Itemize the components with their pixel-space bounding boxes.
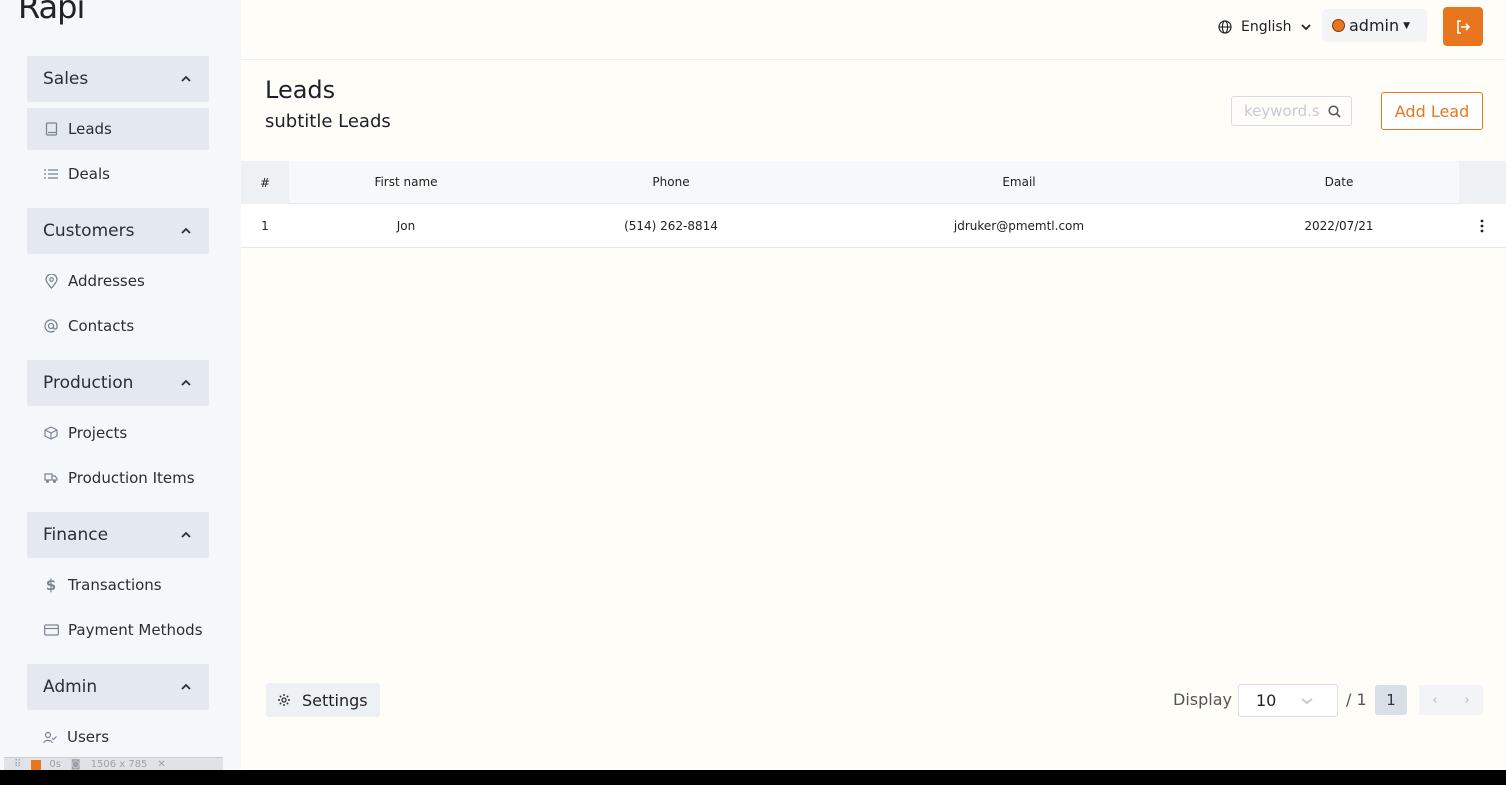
cell-number: 1 (261, 218, 269, 233)
row-actions-menu[interactable] (1474, 216, 1490, 236)
box-icon (43, 425, 59, 441)
more-vertical-icon (1480, 219, 1484, 233)
sidebar-item-label: Contacts (68, 317, 135, 335)
page-subtitle: subtitle Leads (265, 111, 391, 132)
credit-card-icon (43, 622, 59, 638)
column-header-date[interactable]: Date (1269, 161, 1409, 203)
search-input[interactable] (1244, 102, 1324, 120)
book-icon (43, 121, 59, 137)
column-header-phone[interactable]: Phone (601, 161, 741, 203)
sidebar-item-label: Projects (68, 424, 128, 442)
chevron-down-icon (1301, 698, 1313, 705)
sidebar-group-admin[interactable]: Admin (27, 664, 209, 710)
sidebar-group-production[interactable]: Production (27, 360, 209, 406)
sidebar-item-label: Transactions (68, 576, 162, 594)
chevron-up-icon (181, 531, 191, 538)
chevron-up-icon (181, 683, 191, 690)
settings-label: Settings (302, 690, 368, 710)
drag-handle-icon[interactable]: ⠿ (14, 759, 21, 770)
sidebar-item-payment-methods[interactable]: Payment Methods (27, 609, 209, 651)
user-name: admin (1349, 16, 1400, 35)
sidebar-item-transactions[interactable]: $ Transactions (27, 564, 209, 606)
logout-button[interactable] (1443, 7, 1483, 46)
cell-email: jdruker@pmemtl.com (953, 218, 1085, 233)
gear-icon (278, 694, 290, 706)
avatar (1332, 19, 1345, 32)
column-header-first-name[interactable]: First name (336, 161, 476, 203)
language-label: English (1241, 19, 1292, 35)
sidebar-group-finance[interactable]: Finance (27, 512, 209, 558)
cell-first-name: Jon (396, 218, 416, 233)
truck-icon (43, 470, 59, 486)
sidebar: Rapi Sales Leads Deals Customers Address… (0, 0, 241, 770)
search-box[interactable] (1231, 96, 1352, 126)
sidebar-group-label: Customers (43, 221, 135, 241)
logout-icon (1457, 19, 1471, 34)
sidebar-item-addresses[interactable]: Addresses (27, 260, 209, 302)
dev-toolbar: ⠿ 0s ◙ 1506 x 785 ✕ (4, 757, 223, 771)
chevron-up-icon (181, 227, 191, 234)
page-size-value: 10 (1256, 691, 1277, 710)
sidebar-item-projects[interactable]: Projects (27, 412, 209, 454)
app-logo[interactable]: Rapi (18, 0, 85, 26)
sidebar-group-label: Admin (43, 677, 98, 697)
sidebar-item-label: Deals (68, 165, 110, 183)
total-pages: / 1 (1346, 690, 1367, 709)
timer-label: 0s (49, 759, 61, 770)
table-row[interactable]: 1 Jon (514) 262-8814 jdruker@pmemtl.com … (241, 204, 1506, 248)
page-size-select[interactable]: 10 (1238, 684, 1338, 717)
language-selector[interactable]: English (1218, 16, 1311, 38)
at-icon (43, 318, 59, 334)
camera-icon[interactable]: ◙ (71, 759, 81, 770)
cell-date: 2022/07/21 (1304, 218, 1374, 233)
column-header-number[interactable]: # (241, 161, 289, 204)
users-icon (42, 729, 58, 745)
sidebar-item-label: Payment Methods (68, 621, 203, 639)
sidebar-group-label: Sales (43, 69, 89, 89)
sidebar-item-contacts[interactable]: Contacts (27, 305, 209, 347)
next-page-button[interactable]: › (1451, 685, 1483, 715)
search-icon[interactable] (1328, 104, 1341, 118)
sidebar-item-users[interactable]: Users (27, 716, 209, 758)
settings-button[interactable]: Settings (266, 683, 380, 717)
column-header-actions (1459, 161, 1506, 204)
sidebar-group-label: Production (43, 373, 134, 393)
column-header-email[interactable]: Email (949, 161, 1089, 203)
user-menu[interactable]: admin ▼ (1322, 9, 1427, 42)
display-label: Display (1173, 690, 1232, 709)
sidebar-item-deals[interactable]: Deals (27, 153, 209, 195)
sidebar-group-sales[interactable]: Sales (27, 56, 209, 102)
sidebar-item-leads[interactable]: Leads (27, 108, 209, 150)
chevron-up-icon (181, 379, 191, 386)
sidebar-item-label: Addresses (68, 272, 145, 290)
sidebar-group-label: Finance (43, 525, 109, 545)
bottom-bar (0, 770, 1506, 785)
record-icon[interactable] (31, 759, 42, 770)
dollar-icon: $ (45, 576, 57, 594)
chevron-down-icon (1300, 24, 1311, 31)
page-button-current[interactable]: 1 (1375, 685, 1407, 715)
prev-page-button[interactable]: ‹ (1419, 685, 1451, 715)
sidebar-item-label: Users (67, 728, 110, 746)
caret-down-icon: ▼ (1403, 20, 1411, 31)
size-label: 1506 x 785 (90, 759, 148, 770)
add-lead-button[interactable]: Add Lead (1381, 92, 1483, 130)
sidebar-item-label: Production Items (68, 469, 195, 487)
list-icon (43, 166, 59, 182)
page-title: Leads (265, 76, 336, 104)
sidebar-item-production-items[interactable]: Production Items (27, 457, 209, 499)
close-icon[interactable]: ✕ (157, 759, 165, 770)
table-header: # First name Phone Email Date (241, 161, 1506, 204)
top-bar: English admin ▼ (241, 0, 1506, 60)
globe-icon (1218, 20, 1232, 34)
sidebar-item-label: Leads (68, 120, 112, 138)
map-pin-icon (43, 273, 59, 289)
sidebar-group-customers[interactable]: Customers (27, 208, 209, 254)
chevron-up-icon (181, 75, 191, 82)
cell-phone: (514) 262-8814 (624, 218, 718, 233)
